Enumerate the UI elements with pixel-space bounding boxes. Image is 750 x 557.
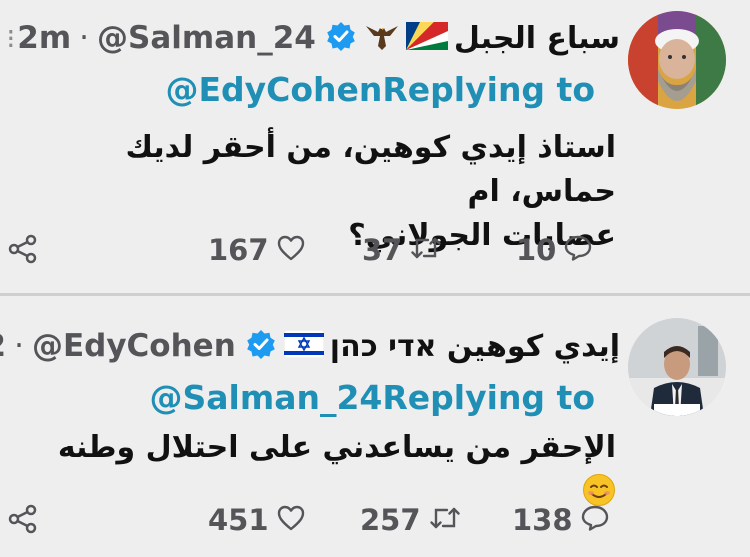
replying-label: Replying to [382, 378, 595, 417]
avatar[interactable] [628, 318, 726, 416]
verified-badge-icon [326, 21, 356, 55]
avatar[interactable] [628, 11, 726, 109]
more-options-icon[interactable]: ⁝ [6, 22, 15, 55]
retweet-button[interactable]: 257 [360, 500, 461, 540]
heart-icon [277, 505, 305, 535]
tweet-header: ⁝ 2m · @Salman_24 سباع الجبل [6, 18, 620, 58]
verified-badge-icon [246, 329, 276, 363]
tweet-thread: ⁝ 2m · @Salman_24 سباع الجبل @EdyCohenRe… [0, 0, 750, 557]
separator: · [79, 20, 90, 56]
tweet-header: ⁝ 2 · @EdyCohen إيدي كوهين אדי כהן [0, 326, 620, 366]
like-count: 451 [208, 503, 269, 537]
comment-icon [581, 505, 609, 535]
tweet-actions: 167 37 10 [0, 230, 750, 270]
display-name[interactable]: سباع الجبل [454, 21, 620, 56]
retweet-button[interactable]: 37 [362, 230, 442, 270]
reply-button[interactable]: 138 [512, 500, 609, 540]
share-icon[interactable] [8, 234, 38, 268]
timestamp[interactable]: 2m [17, 20, 71, 56]
retweet-icon [429, 505, 461, 535]
like-button[interactable]: 451 [208, 500, 305, 540]
retweet-count: 257 [360, 503, 421, 537]
like-count: 167 [208, 233, 269, 267]
reply-count: 138 [512, 503, 573, 537]
tweet[interactable]: ⁝ 2m · @Salman_24 سباع الجبل @EdyCohenRe… [0, 0, 750, 293]
timestamp[interactable]: 2 [0, 328, 6, 364]
display-name[interactable]: إيدي كوهين אדי כהן [330, 329, 620, 364]
replying-label: Replying to [382, 70, 595, 109]
separator: · [14, 328, 24, 364]
replying-to: @Salman_24Replying to [149, 378, 595, 417]
mention-link[interactable]: @EdyCohen [165, 70, 382, 109]
eagle-emoji-icon [364, 20, 400, 56]
reply-button[interactable]: 10 [516, 230, 592, 270]
tweet-actions: 451 257 138 [0, 500, 750, 540]
israel-flag-icon [283, 329, 325, 362]
reply-count: 10 [516, 233, 557, 267]
retweet-icon [410, 235, 442, 265]
seychelles-flag-icon [405, 22, 448, 54]
retweet-count: 37 [362, 233, 403, 267]
heart-icon [277, 235, 305, 265]
replying-to: @EdyCohenReplying to [165, 70, 595, 109]
mention-link[interactable]: @Salman_24 [149, 378, 382, 417]
user-handle[interactable]: @EdyCohen [32, 328, 236, 364]
user-handle[interactable]: @Salman_24 [97, 20, 316, 56]
like-button[interactable]: 167 [208, 230, 305, 270]
tweet-text-line: استاذ إيدي كوهين، من أحقر لديك حماس، ام [125, 130, 616, 209]
share-icon[interactable] [8, 504, 38, 538]
tweet-text-content: الإحقر من يساعدني على احتلال وطنه [57, 430, 616, 465]
comment-icon [564, 235, 592, 265]
